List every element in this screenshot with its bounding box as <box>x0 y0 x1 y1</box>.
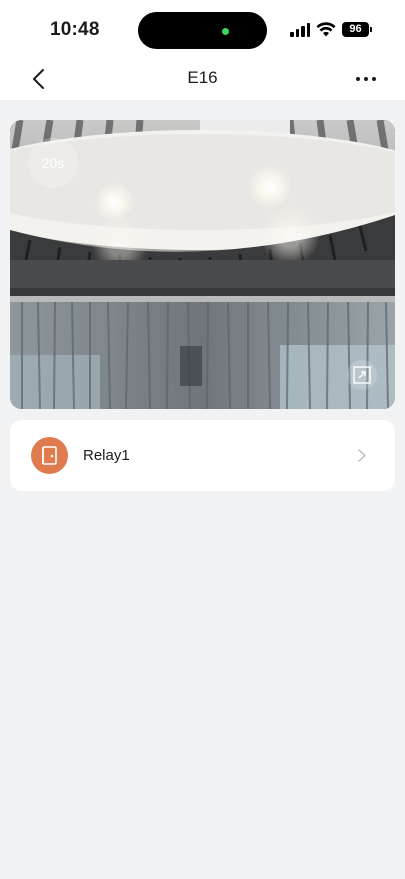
door-icon <box>42 446 57 465</box>
more-button[interactable] <box>351 72 381 86</box>
chevron-right-icon <box>358 449 366 462</box>
dynamic-island <box>138 12 267 49</box>
expand-icon <box>353 366 371 384</box>
page-title: E16 <box>187 68 218 87</box>
signal-icon <box>290 23 311 37</box>
live-video-view[interactable]: 20s <box>10 120 395 409</box>
fullscreen-button[interactable] <box>347 360 377 390</box>
recording-timer: 20s <box>28 138 78 188</box>
relay-item[interactable]: Relay1 <box>10 420 395 491</box>
nav-bar: E16 <box>0 58 405 100</box>
camera-indicator-dot <box>222 28 229 35</box>
battery-tip <box>370 27 372 32</box>
relay-label: Relay1 <box>83 447 130 464</box>
status-bar: 10:48 96 <box>0 0 405 58</box>
wifi-icon <box>316 22 336 37</box>
battery-icon: 96 <box>342 22 369 37</box>
status-time: 10:48 <box>50 19 100 40</box>
relay-icon-badge <box>31 437 68 474</box>
